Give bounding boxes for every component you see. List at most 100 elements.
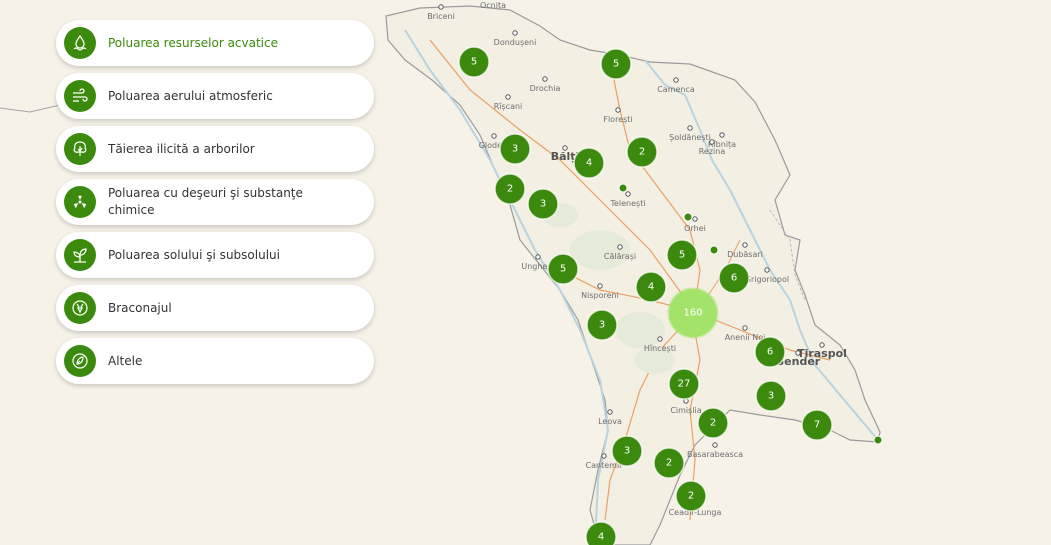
incident-cluster[interactable]: 5: [547, 253, 579, 285]
city-marker: [505, 94, 511, 100]
category-label: Braconajul: [108, 300, 172, 315]
incident-cluster[interactable]: 4: [573, 147, 605, 179]
incident-cluster[interactable]: 6: [754, 336, 786, 368]
city-marker: [617, 244, 623, 250]
cluster-count: 2: [639, 147, 645, 158]
cluster-count: 5: [471, 57, 477, 68]
cluster-count: 2: [666, 458, 672, 469]
radiation-icon: [64, 186, 96, 218]
city-label: Călărași: [604, 252, 636, 262]
leaf-icon: [64, 345, 96, 377]
city-label: Rîșcani: [494, 102, 523, 112]
incident-cluster[interactable]: 3: [755, 380, 787, 412]
incident-cluster[interactable]: 5: [600, 48, 632, 80]
incident-point[interactable]: [683, 212, 693, 222]
city-marker: [615, 107, 621, 113]
incident-cluster[interactable]: 4: [585, 521, 617, 545]
incident-point[interactable]: [873, 435, 883, 445]
category-soil-pollution[interactable]: Poluarea solului şi subsolului: [56, 232, 374, 278]
cluster-count: 3: [512, 144, 518, 155]
city-marker: [491, 133, 497, 139]
incident-cluster[interactable]: 4: [635, 271, 667, 303]
city-label: Drochia: [530, 84, 561, 93]
incident-cluster[interactable]: 6: [718, 262, 750, 294]
category-label: Poluarea aerului atmosferic: [108, 88, 273, 103]
cluster-count: 5: [560, 264, 566, 275]
category-list: Poluarea resurselor acvatice Poluarea ae…: [56, 20, 374, 391]
city-marker: [512, 30, 518, 36]
city-label: Camenca: [657, 85, 695, 94]
city-marker: [438, 4, 444, 10]
city-label: Florești: [603, 115, 632, 125]
incident-cluster[interactable]: 7: [801, 409, 833, 441]
deer-icon: [64, 292, 96, 324]
water-drop-icon: [64, 27, 96, 59]
cluster-count: 3: [624, 446, 630, 457]
category-other[interactable]: Altele: [56, 338, 374, 384]
city-label: Ocnița: [480, 1, 506, 11]
city-label: Grigoriopol: [745, 275, 789, 284]
city-label: Briceni: [427, 12, 455, 21]
incident-point[interactable]: [709, 245, 719, 255]
city-marker: [764, 267, 770, 273]
city-marker: [535, 254, 541, 260]
city-label: Nisporeni: [581, 291, 619, 300]
incident-cluster[interactable]: 3: [611, 435, 643, 467]
category-poaching[interactable]: Braconajul: [56, 285, 374, 331]
city-marker: [673, 77, 679, 83]
incident-cluster[interactable]: 2: [494, 173, 526, 205]
city-marker: [719, 132, 725, 138]
cluster-count: 3: [768, 391, 774, 402]
incident-cluster[interactable]: 3: [527, 188, 559, 220]
city-label: Telenești: [609, 199, 645, 209]
cluster-count: 3: [540, 199, 546, 210]
category-label: Poluarea resurselor acvatice: [108, 35, 278, 50]
cluster-count: 27: [678, 379, 691, 390]
city-label: Basarabeasca: [687, 450, 743, 459]
incident-cluster[interactable]: 5: [458, 46, 490, 78]
city-marker: [687, 125, 693, 131]
cluster-count: 160: [683, 308, 702, 319]
incident-cluster[interactable]: 3: [499, 133, 531, 165]
city-label: Șoldănești: [669, 133, 711, 143]
city-marker: [601, 453, 607, 459]
incident-cluster[interactable]: 2: [653, 447, 685, 479]
category-illegal-logging[interactable]: Tăierea ilicită a arborilor: [56, 126, 374, 172]
category-label: Poluarea solului şi subsolului: [108, 247, 280, 262]
category-water-pollution[interactable]: Poluarea resurselor acvatice: [56, 20, 374, 66]
cluster-count: 2: [507, 184, 513, 195]
incident-cluster[interactable]: 2: [675, 480, 707, 512]
incident-cluster[interactable]: 27: [668, 368, 700, 400]
category-label: Tăierea ilicită a arborilor: [108, 141, 255, 156]
cluster-count: 3: [599, 320, 605, 331]
incident-point[interactable]: [618, 183, 628, 193]
category-waste-chemicals[interactable]: Poluarea cu deşeuri şi substanţe chimice: [56, 179, 374, 225]
city-label: Dondușeni: [494, 38, 537, 48]
incident-cluster[interactable]: 2: [697, 407, 729, 439]
city-marker: [625, 191, 631, 197]
cluster-count: 5: [679, 250, 685, 261]
cluster-count: 2: [688, 491, 694, 502]
cluster-count: 6: [767, 347, 773, 358]
city-label: Cimișlia: [670, 406, 701, 416]
city-label: Dubăsari: [727, 250, 763, 259]
wind-icon: [64, 80, 96, 112]
incident-cluster[interactable]: 5: [666, 239, 698, 271]
city-marker: [607, 409, 613, 415]
category-label: Poluarea cu deşeuri şi substanţe chimice: [108, 186, 303, 217]
cluster-count: 5: [613, 59, 619, 70]
city-marker: [742, 242, 748, 248]
city-marker: [709, 139, 715, 145]
category-air-pollution[interactable]: Poluarea aerului atmosferic: [56, 73, 374, 119]
city-marker: [742, 325, 748, 331]
category-label: Altele: [108, 353, 143, 368]
city-marker: [692, 216, 698, 222]
incident-cluster[interactable]: 2: [626, 136, 658, 168]
incident-cluster[interactable]: 160: [667, 287, 719, 339]
city-label: Leova: [598, 417, 622, 426]
city-marker: [657, 336, 663, 342]
city-label: Rezina: [699, 147, 726, 156]
city-marker: [542, 76, 548, 82]
cluster-count: 4: [648, 282, 654, 293]
incident-cluster[interactable]: 3: [586, 309, 618, 341]
